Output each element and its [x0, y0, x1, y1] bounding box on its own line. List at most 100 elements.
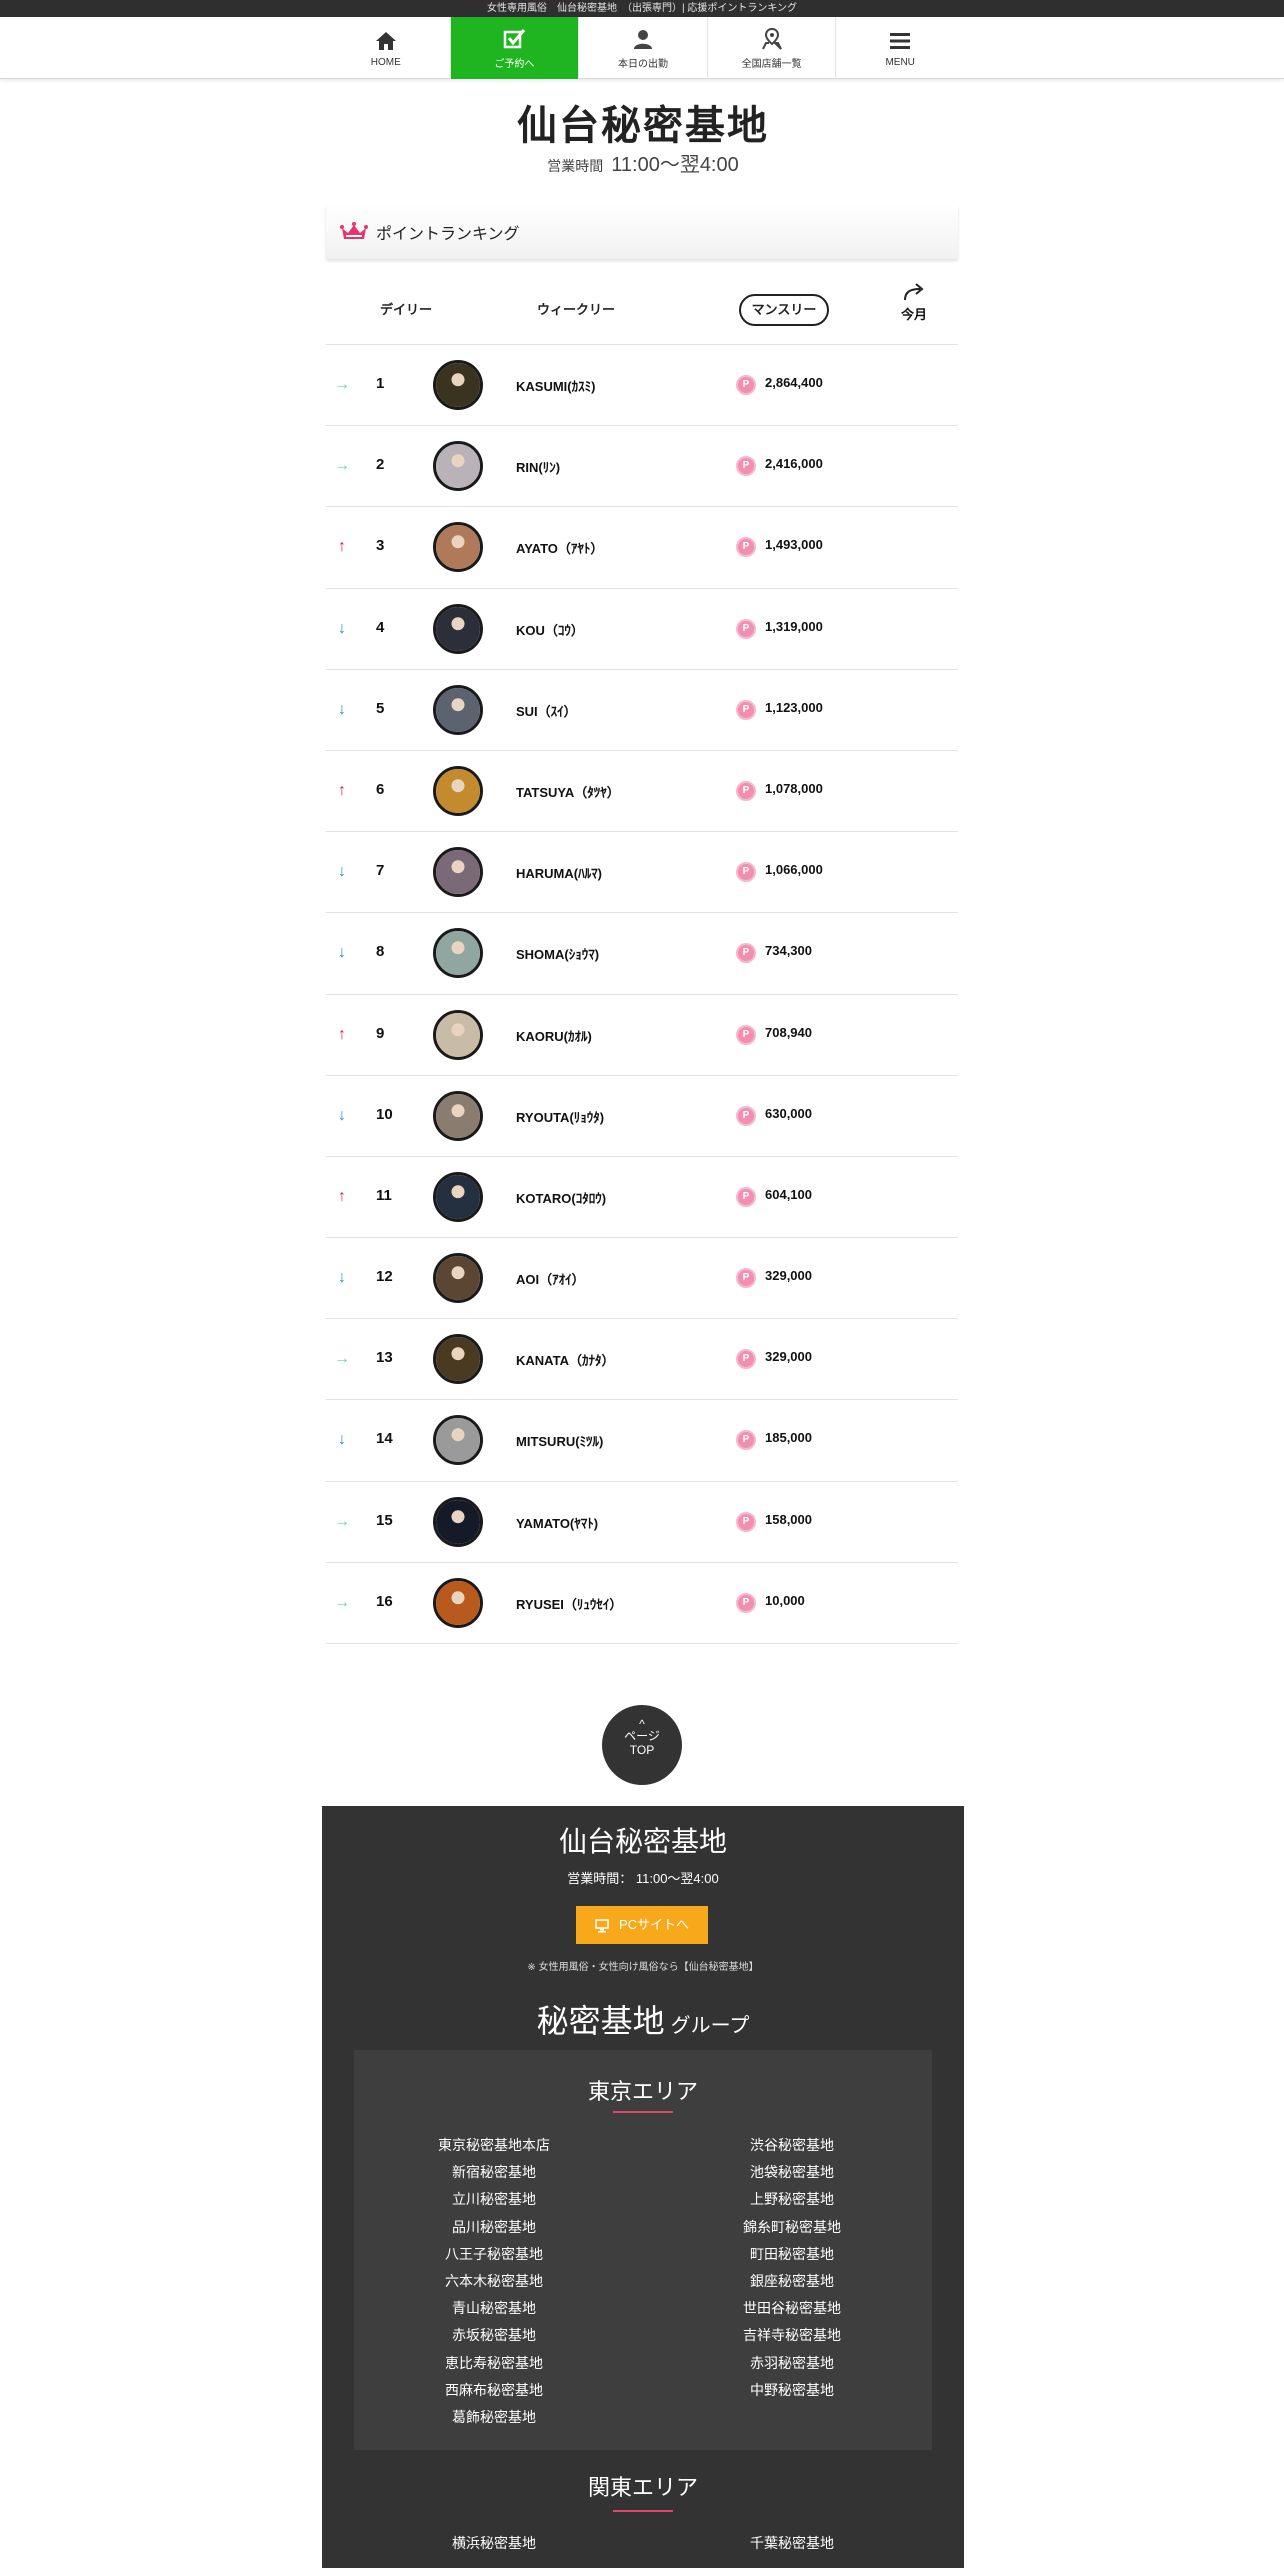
avatar[interactable]	[433, 1171, 483, 1222]
avatar[interactable]	[433, 847, 483, 898]
shop-link[interactable]: 立川秘密基地	[354, 2186, 634, 2213]
point-value: 1,123,000	[765, 699, 823, 715]
avatar[interactable]	[433, 1577, 483, 1628]
ranking-row[interactable]: → 16 RYUSEI（ﾘｭｳｾｲ） P 10,000	[326, 1563, 958, 1644]
ranking-row[interactable]: ↓ 5 SUI（ｽｲ） P 1,123,000	[326, 670, 958, 751]
shop-link[interactable]: 錦糸町秘密基地	[652, 2214, 932, 2241]
ranking-row[interactable]: ↓ 10 RYOUTA(ﾘｮｳﾀ) P 630,000	[326, 1076, 958, 1157]
cast-name[interactable]: RYUSEI（ﾘｭｳｾｲ）	[516, 1594, 622, 1613]
shop-link[interactable]: 葛飾秘密基地	[354, 2404, 634, 2431]
avatar-photo	[436, 1012, 480, 1057]
shop-link[interactable]: 品川秘密基地	[354, 2214, 634, 2241]
shop-link[interactable]: 町田秘密基地	[652, 2241, 932, 2268]
ranking-row[interactable]: ↓ 8 SHOMA(ｼｮｳﾏ) P 734,300	[326, 913, 958, 995]
shop-link[interactable]: 西麻布秘密基地	[354, 2377, 634, 2404]
tab-this-month[interactable]: 今月	[886, 282, 942, 323]
ranking-row[interactable]: ↓ 7 HARUMA(ﾊﾙﾏ) P 1,066,000	[326, 832, 958, 914]
shop-link[interactable]: 八王子秘密基地	[354, 2241, 634, 2268]
avatar[interactable]	[433, 765, 483, 816]
rank-number: 14	[376, 1430, 393, 1448]
shop-link[interactable]: 渋谷秘密基地	[652, 2132, 932, 2159]
avatar[interactable]	[433, 522, 483, 573]
cast-name[interactable]: SUI（ｽｲ）	[516, 701, 577, 720]
shop-link[interactable]: 中野秘密基地	[652, 2377, 932, 2404]
shop-list-left: 東京秘密基地本店 新宿秘密基地 立川秘密基地 品川秘密基地 八王子秘密基地 六本木秘密基地…	[354, 2132, 634, 2431]
cast-name[interactable]: KOU（ｺｳ）	[516, 620, 584, 639]
avatar[interactable]	[433, 1415, 483, 1466]
ranking-row[interactable]: → 2 RIN(ﾘﾝ) P 2,416,000	[326, 426, 958, 508]
nav-reservation[interactable]: ご予約へ	[450, 17, 580, 79]
ranking-row[interactable]: ↑ 9 KAORU(ｶｵﾙ) P 708,940	[326, 995, 958, 1076]
footer: 仙台秘密基地 営業時間： 11:00～翌4:00 PCサイトへ ※ 女性用風俗・…	[322, 1806, 964, 2568]
nav-home[interactable]: HOME	[322, 17, 451, 79]
shop-link[interactable]: 池袋秘密基地	[652, 2159, 932, 2186]
shop-link[interactable]: 吉祥寺秘密基地	[652, 2322, 932, 2349]
shop-link[interactable]: 横浜秘密基地	[354, 2530, 634, 2557]
cast-name[interactable]: RIN(ﾘﾝ)	[516, 457, 560, 476]
nav-today-staff[interactable]: 本日の出勤	[579, 17, 708, 79]
cast-name[interactable]: RYOUTA(ﾘｮｳﾀ)	[516, 1107, 604, 1126]
avatar[interactable]	[433, 1496, 483, 1547]
shop-link[interactable]: 新宿秘密基地	[354, 2159, 634, 2186]
rank-number: 4	[376, 618, 385, 636]
area-underline	[613, 2111, 673, 2113]
shop-link[interactable]: 青山秘密基地	[354, 2295, 634, 2322]
shop-link[interactable]: 恵比寿秘密基地	[354, 2350, 634, 2377]
ranking-tabs: デイリー ウィークリー マンスリー 今月	[326, 280, 958, 342]
ranking-row[interactable]: → 1 KASUMI(ｶｽﾐ) P 2,864,400	[326, 345, 958, 427]
cast-name[interactable]: AYATO（ｱﾔﾄ）	[516, 538, 603, 557]
avatar[interactable]	[433, 684, 483, 735]
ranking-row[interactable]: ↓ 12 AOI（ｱｵｲ） P 329,000	[326, 1238, 958, 1320]
rank-number: 3	[376, 537, 385, 555]
nav-store-list[interactable]: 全国店舗一覧	[708, 17, 837, 79]
pc-site-button[interactable]: PCサイトへ	[576, 1906, 708, 1944]
point-coin-icon: P	[736, 537, 756, 558]
avatar[interactable]	[433, 1090, 483, 1141]
ranking-row[interactable]: ↑ 6 TATSUYA（ﾀﾂﾔ） P 1,078,000	[326, 751, 958, 833]
tab-daily[interactable]: デイリー	[366, 294, 446, 326]
shop-link[interactable]: 上野秘密基地	[652, 2186, 932, 2213]
avatar[interactable]	[433, 928, 483, 979]
avatar[interactable]	[433, 441, 483, 492]
ranking-row[interactable]: ↑ 11 KOTARO(ｺﾀﾛｳ) P 604,100	[326, 1157, 958, 1239]
ranking-row[interactable]: ↑ 3 AYATO（ｱﾔﾄ） P 1,493,000	[326, 507, 958, 589]
point-value: 158,000	[765, 1511, 812, 1527]
cast-name[interactable]: TATSUYA（ﾀﾂﾔ）	[516, 782, 620, 801]
shop-link[interactable]: 銀座秘密基地	[652, 2268, 932, 2295]
page-top-button[interactable]: ^ ページ TOP	[602, 1705, 682, 1785]
cast-name[interactable]: HARUMA(ﾊﾙﾏ)	[516, 863, 602, 882]
ranking-row[interactable]: ↓ 4 KOU（ｺｳ） P 1,319,000	[326, 589, 958, 670]
shop-link[interactable]: 千葉秘密基地	[652, 2530, 932, 2557]
chevron-up-icon: ^	[639, 1717, 645, 1731]
shop-link[interactable]: 赤羽秘密基地	[652, 2350, 932, 2377]
point-value: 630,000	[765, 1105, 812, 1121]
ranking-header: ポイントランキング	[326, 205, 958, 259]
avatar[interactable]	[433, 1334, 483, 1385]
ranking-row[interactable]: ↓ 14 MITSURU(ﾐﾂﾙ) P 185,000	[326, 1400, 958, 1482]
shop-link[interactable]: 世田谷秘密基地	[652, 2295, 932, 2322]
nav-menu[interactable]: MENU	[836, 17, 964, 79]
shop-link[interactable]: 東京秘密基地本店	[354, 2132, 634, 2159]
ranking-row[interactable]: → 15 YAMATO(ﾔﾏﾄ) P 158,000	[326, 1482, 958, 1563]
nav-menu-label: MENU	[885, 56, 915, 68]
check-icon	[504, 28, 526, 48]
cast-name[interactable]: KASUMI(ｶｽﾐ)	[516, 376, 595, 395]
shop-link[interactable]: 六本木秘密基地	[354, 2268, 634, 2295]
cast-name[interactable]: KANATA（ｶﾅﾀ）	[516, 1350, 614, 1369]
shop-link[interactable]: 赤坂秘密基地	[354, 2322, 634, 2349]
cast-name[interactable]: YAMATO(ﾔﾏﾄ)	[516, 1513, 598, 1532]
ranking-row[interactable]: → 13 KANATA（ｶﾅﾀ） P 329,000	[326, 1319, 958, 1401]
trend-flat-arrow-icon: →	[334, 376, 350, 393]
avatar[interactable]	[433, 360, 483, 410]
cast-name[interactable]: KAORU(ｶｵﾙ)	[516, 1026, 592, 1045]
avatar[interactable]	[433, 603, 483, 654]
cast-name[interactable]: SHOMA(ｼｮｳﾏ)	[516, 944, 599, 963]
avatar-photo	[436, 850, 480, 895]
cast-name[interactable]: KOTARO(ｺﾀﾛｳ)	[516, 1188, 606, 1207]
tab-weekly[interactable]: ウィークリー	[516, 294, 636, 326]
cast-name[interactable]: AOI（ｱｵｲ）	[516, 1269, 585, 1288]
tab-monthly[interactable]: マンスリー	[739, 294, 829, 326]
avatar[interactable]	[433, 1009, 483, 1060]
cast-name[interactable]: MITSURU(ﾐﾂﾙ)	[516, 1431, 603, 1450]
avatar[interactable]	[433, 1253, 483, 1304]
